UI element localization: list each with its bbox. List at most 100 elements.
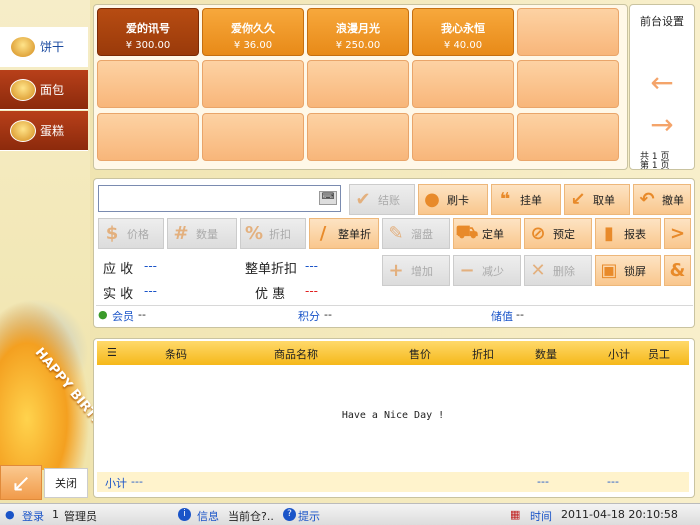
empty-product-tile[interactable]	[412, 60, 514, 108]
arrow-left-icon[interactable]: ←	[646, 67, 678, 99]
discount-value: ---	[305, 284, 318, 298]
empty-product-tile[interactable]	[517, 8, 619, 56]
lock-screen-button[interactable]: ▣ 锁屏	[595, 255, 661, 286]
login-count: 1	[52, 508, 59, 521]
order-discount-value: ---	[305, 259, 318, 273]
bread-icon	[10, 78, 36, 101]
product-price: ¥ 300.00	[125, 40, 171, 51]
front-settings-title[interactable]: 前台设置	[630, 13, 694, 29]
calendar-icon: ▦	[510, 508, 521, 521]
close-button[interactable]: 关闭	[44, 468, 88, 498]
reservation-button[interactable]: ⊘ 预定	[524, 218, 592, 249]
member-label: 会员	[112, 310, 134, 323]
hash-icon: #	[173, 223, 189, 244]
empty-product-tile[interactable]	[517, 60, 619, 108]
empty-product-tile[interactable]	[412, 113, 514, 161]
checkout-button[interactable]: ✔ 结账	[349, 184, 415, 215]
hint-link[interactable]: 提示	[298, 508, 320, 524]
list-icon[interactable]: ☰	[107, 346, 117, 359]
product-price: ¥ 250.00	[335, 40, 381, 51]
empty-product-tile[interactable]	[307, 60, 409, 108]
category-biscuit[interactable]: 饼干	[0, 27, 88, 67]
stocktake-button[interactable]: ✎ 溜盘	[382, 218, 450, 249]
stored-value-label: 储值	[491, 310, 513, 323]
clock: 2011-04-18 20:10:58	[561, 508, 678, 521]
stored-value-value: --	[516, 308, 524, 321]
ampersand-button[interactable]: &	[664, 255, 691, 286]
col-product-name: 商品名称	[274, 348, 318, 361]
login-link[interactable]: 登录	[22, 508, 44, 524]
product-name: 浪漫月光	[336, 22, 380, 35]
empty-message: Have a Nice Day !	[341, 410, 445, 421]
discount-button[interactable]: % 折扣	[240, 218, 306, 249]
current-user: 管理员	[64, 510, 97, 523]
received-value: ---	[144, 284, 157, 298]
arrow-down-left-icon: ↙	[10, 468, 32, 497]
product-price: ¥ 40.00	[443, 40, 483, 51]
amount-total: ---	[607, 475, 619, 488]
delete-button[interactable]: ✕ 删除	[524, 255, 592, 286]
bar-chart-icon: ▮	[604, 223, 614, 244]
cart-icon: ⛟	[455, 221, 479, 243]
report-button[interactable]: ▮ 报表	[595, 218, 661, 249]
dollar-icon: $	[105, 223, 119, 244]
minus-icon: −	[459, 260, 475, 281]
empty-product-tile[interactable]	[307, 113, 409, 161]
clip-icon: ⊘	[530, 223, 546, 244]
hold-order-button[interactable]: ❝ 挂单	[491, 184, 561, 215]
product-tile[interactable]: 我心永恒 ¥ 40.00	[412, 8, 514, 56]
col-discount: 折扣	[472, 348, 494, 361]
status-bar: ● 登录 1 管理员 i 信息 当前仓?.. ? 提示 ▦ 时间 2011-04…	[0, 503, 700, 525]
biscuit-icon	[10, 35, 36, 58]
empty-product-tile[interactable]	[202, 113, 304, 161]
slash-icon: /	[319, 223, 327, 244]
product-tile[interactable]: 浪漫月光 ¥ 250.00	[307, 8, 409, 56]
category-cake[interactable]: 蛋糕	[0, 111, 88, 151]
member-value: --	[138, 308, 146, 321]
help-icon: ?	[283, 508, 296, 521]
discount-label: 优 惠	[255, 287, 286, 302]
member-icon: ●	[98, 308, 108, 321]
reduce-button[interactable]: − 减少	[453, 255, 521, 286]
user-icon: ●	[5, 508, 15, 521]
product-tile[interactable]: 爱你久久 ¥ 36.00	[202, 8, 304, 56]
empty-product-tile[interactable]	[202, 60, 304, 108]
more-button[interactable]: >	[664, 218, 691, 249]
check-icon: ✔	[355, 189, 371, 210]
member-info-bar: ● 会员 -- 积分 -- 储值 --	[96, 305, 693, 325]
chevron-right-icon: >	[669, 223, 686, 244]
plus-icon: +	[388, 260, 404, 281]
arrow-right-icon[interactable]: →	[646, 109, 678, 141]
info-link[interactable]: 信息	[197, 508, 219, 524]
price-button[interactable]: $ 价格	[98, 218, 164, 249]
category-bread[interactable]: 面包	[0, 70, 88, 110]
quantity-total: ---	[537, 475, 549, 488]
product-name: 我心永恒	[441, 22, 485, 35]
product-tile[interactable]: 爱的讯号 ¥ 300.00	[97, 8, 199, 56]
empty-product-tile[interactable]	[97, 113, 199, 161]
ampersand-icon: &	[669, 260, 686, 281]
order-discount-button[interactable]: / 整单折	[309, 218, 379, 249]
keyboard-icon[interactable]: ⌨	[319, 191, 337, 205]
quantity-button[interactable]: # 数量	[167, 218, 237, 249]
undo-icon: ↶	[639, 189, 655, 210]
table-header: ☰ 条码 商品名称 售价 折扣 数量 小计 员工	[97, 341, 689, 365]
empty-product-tile[interactable]	[97, 60, 199, 108]
tools-icon: ✎	[388, 223, 404, 244]
retrieve-order-button[interactable]: ↙ 取单	[564, 184, 630, 215]
product-price: ¥ 36.00	[233, 40, 273, 51]
barcode-input[interactable]: ⌨	[98, 185, 341, 212]
table-footer: 小计 --- --- ---	[97, 472, 689, 492]
swipe-card-button[interactable]: ● 刷卡	[418, 184, 488, 215]
lock-icon: ▣	[600, 260, 618, 281]
quote-icon: ❝	[499, 189, 511, 210]
undo-order-button[interactable]: ↶ 撤单	[633, 184, 691, 215]
arrow-down-left-icon: ↙	[570, 189, 586, 210]
info-icon: i	[178, 508, 191, 521]
fixed-order-button[interactable]: ⛟ 定单	[453, 218, 521, 249]
col-quantity: 数量	[535, 348, 557, 361]
add-button[interactable]: + 增加	[382, 255, 450, 286]
col-barcode: 条码	[165, 348, 187, 361]
back-button[interactable]: ↙	[0, 465, 42, 500]
empty-product-tile[interactable]	[517, 113, 619, 161]
